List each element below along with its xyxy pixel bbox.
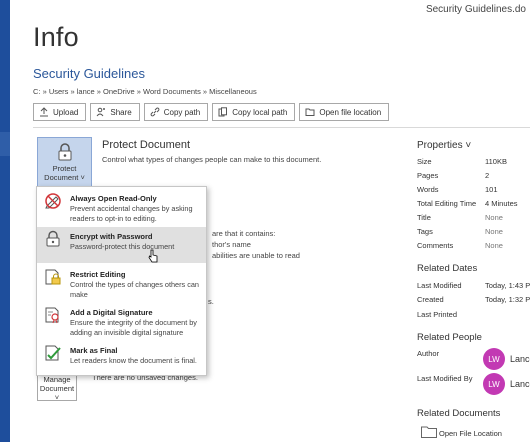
folder-icon [421,426,437,438]
menu-item-title: Always Open Read-Only [70,194,157,203]
protect-document-menu: Always Open Read-Only Prevent accidental… [36,186,207,376]
menu-item-encrypt-with-password[interactable]: Encrypt with Password Password-protect t… [37,227,206,263]
open-file-location-button-label: Open file location [319,107,382,117]
prop-value-size: 110KB [485,157,507,166]
accessibility-text-fragment: abilities are unable to read [212,251,300,260]
file-actions-toolbar: Upload Share Copy path Copy local path O… [33,103,390,121]
last-modified-by-avatar[interactable]: LW [483,373,505,395]
protect-lock-icon [58,143,71,161]
menu-item-title: Restrict Editing [70,270,126,279]
prop-label-title: Title [417,213,431,222]
share-icon [96,107,106,117]
date-label-last-modified: Last Modified [417,281,462,290]
manage-document-label-2: Document ˅ [39,384,75,402]
share-button-label: Share [110,107,132,117]
date-label-last-printed: Last Printed [417,310,458,319]
mark-final-icon [45,345,61,361]
prop-value-pages: 2 [485,171,490,180]
upload-button-label: Upload [53,107,79,117]
author-avatar[interactable]: LW [483,348,505,370]
protect-section-title: Protect Document [102,139,191,151]
author-label: Author [417,349,440,358]
open-file-location-link[interactable]: Open File Location [439,429,502,438]
section-divider [33,127,530,128]
menu-item-title: Mark as Final [70,346,118,355]
upload-icon [40,107,48,117]
copy-path-button[interactable]: Copy path [143,103,209,121]
related-dates-header: Related Dates [417,263,478,274]
prop-value-words: 101 [485,185,498,194]
date-value-last-modified: Today, 1:43 P [485,281,530,290]
manage-document-label-1: Manage [43,375,71,384]
menu-item-restrict-editing[interactable]: Restrict Editing Control the types of ch… [37,265,206,301]
document-path: C: » Users » lance » OneDrive » Word Doc… [33,87,257,96]
hand-cursor-icon [148,249,158,263]
folder-icon [305,108,315,116]
protect-document-label-1: Protect [52,164,77,173]
digital-signature-icon [45,307,59,324]
prop-label-tags: Tags [417,227,433,236]
read-only-icon [45,193,61,209]
menu-item-description: Ensure the integrity of the document by … [70,318,197,337]
date-value-created: Today, 1:32 P [485,295,530,304]
menu-item-description: Control the types of changes others can … [70,280,199,299]
encrypt-lock-icon [46,230,60,247]
prop-label-editing-time: Total Editing Time [417,199,477,208]
prop-value-title[interactable]: None [485,213,503,222]
backstage-nav-strip [0,0,10,442]
menu-item-description: Password-protect this document [70,242,175,251]
last-modified-by-name[interactable]: Lance [510,379,530,389]
properties-header[interactable]: Properties ˅ [417,140,471,151]
protect-document-label-2: Document ˅ [44,173,85,182]
menu-item-title: Add a Digital Signature [70,308,153,317]
prop-label-pages: Pages [417,171,439,180]
menu-item-add-digital-signature[interactable]: Add a Digital Signature Ensure the integ… [37,303,206,341]
menu-item-always-open-read-only[interactable]: Always Open Read-Only Prevent accidental… [37,189,206,227]
author-name[interactable]: Lance [510,354,530,364]
restrict-editing-icon [45,269,61,285]
document-title: Security Guidelines [33,66,145,81]
copy-local-path-icon [218,107,228,117]
prop-value-comments[interactable]: None [485,241,503,250]
protect-document-button[interactable]: Protect Document ˅ [37,137,92,187]
prop-value-tags[interactable]: None [485,227,503,236]
related-people-header: Related People [417,332,482,343]
copy-local-path-button-label: Copy local path [232,107,288,117]
prop-value-editing-time: 4 Minutes [485,199,518,208]
copy-path-button-label: Copy path [163,107,201,117]
versions-text-fragment: s. [208,297,214,306]
prop-label-comments: Comments [417,241,454,250]
prop-label-words: Words [417,185,439,194]
menu-item-description: Prevent accidental changes by asking rea… [70,204,193,223]
window-document-name: Security Guidelines.do [425,4,526,15]
menu-item-description: Let readers know the document is final. [70,356,197,365]
last-modified-by-label: Last Modified By [417,374,473,383]
prop-label-size: Size [417,157,432,166]
date-label-created: Created [417,295,444,304]
menu-item-title: Encrypt with Password [70,232,153,241]
menu-item-mark-as-final[interactable]: Mark as Final Let readers know the docum… [37,341,206,375]
page-title: Info [33,22,79,52]
open-file-location-button[interactable]: Open file location [299,103,390,121]
inspect-text-fragment: are that it contains: [212,229,276,238]
protect-section-description: Control what types of changes people can… [102,155,322,164]
copy-path-icon [150,107,160,117]
nav-selected-indicator [0,132,10,156]
upload-button[interactable]: Upload [33,103,87,121]
related-documents-header: Related Documents [417,408,501,419]
copy-local-path-button[interactable]: Copy local path [212,103,296,121]
share-button[interactable]: Share [90,103,140,121]
author-text-fragment: thor's name [212,240,251,249]
